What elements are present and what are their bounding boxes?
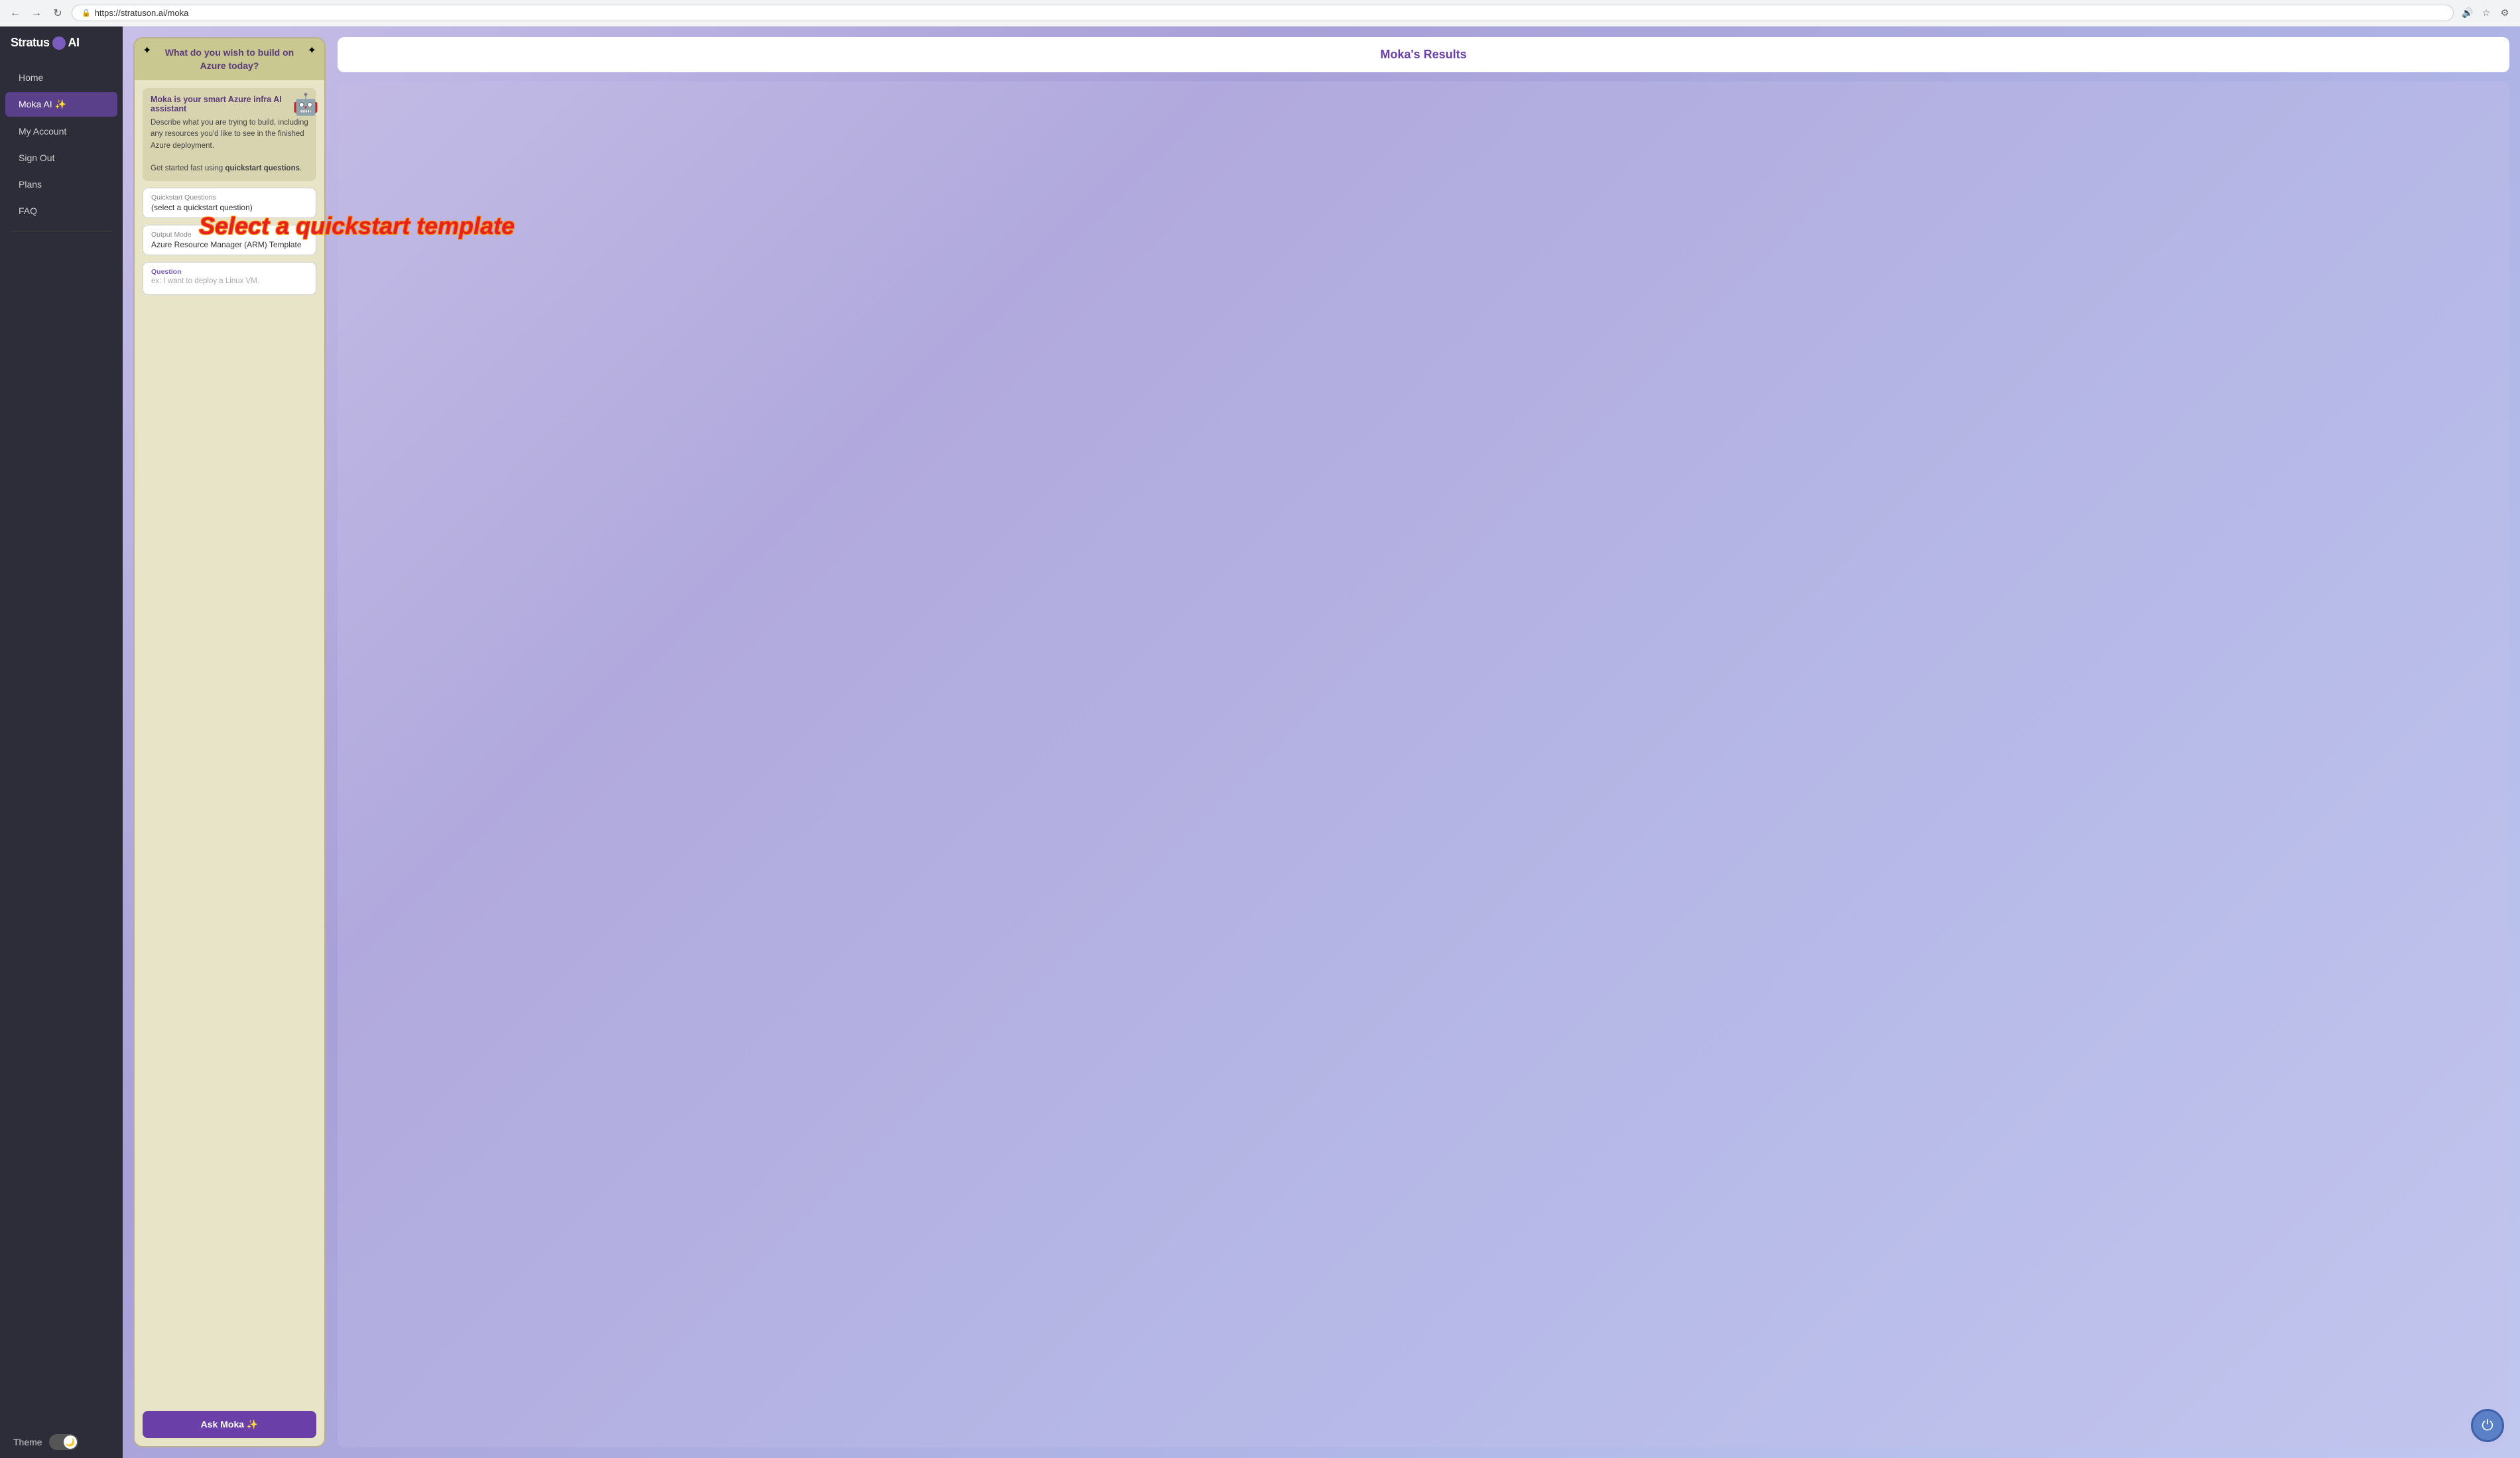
extensions-button[interactable]: ⚙ (2497, 6, 2512, 21)
read-aloud-button[interactable]: 🔊 (2460, 6, 2475, 21)
back-button[interactable]: ← (8, 6, 23, 21)
question-label: Question (151, 268, 308, 276)
ask-moka-button[interactable]: Ask Moka ✨ (143, 1411, 316, 1438)
logo: Stratus AI (0, 27, 123, 59)
main-content: ✦ What do you wish to build on Azure tod… (123, 27, 2520, 1458)
sidebar-item-plans[interactable]: Plans (5, 172, 117, 196)
theme-label: Theme (13, 1437, 42, 1447)
address-bar[interactable]: 🔒 https://stratuson.ai/moka (72, 5, 2454, 21)
sidebar-item-home[interactable]: Home (5, 66, 117, 90)
question-placeholder: ex: I want to deploy a Linux VM. (151, 277, 308, 285)
results-body (338, 82, 2509, 1447)
favorites-button[interactable]: ☆ (2479, 6, 2493, 21)
output-mode-label: Output Mode (151, 231, 308, 239)
moon-icon: 🌙 (65, 1437, 75, 1447)
power-button-container: ⏻ (2471, 1409, 2504, 1442)
output-mode-value: Azure Resource Manager (ARM) Template (151, 240, 308, 249)
chat-header-title: What do you wish to build on Azure today… (145, 46, 314, 72)
chat-body: Moka is your smart Azure infra AI assist… (135, 80, 324, 1411)
chat-header: ✦ What do you wish to build on Azure tod… (135, 38, 324, 80)
results-header: Moka's Results (338, 37, 2509, 72)
chat-card: ✦ What do you wish to build on Azure tod… (133, 37, 326, 1447)
results-panel: Moka's Results (338, 37, 2509, 1447)
sidebar: Stratus AI Home Moka AI ✨ My Account Sig… (0, 27, 123, 1458)
theme-toggle[interactable]: 🌙 (49, 1434, 78, 1450)
star-right-icon: ✦ (308, 44, 316, 57)
results-title: Moka's Results (351, 48, 2496, 62)
power-button[interactable]: ⏻ (2471, 1409, 2504, 1442)
output-mode-select[interactable]: Output Mode Azure Resource Manager (ARM)… (143, 225, 316, 255)
forward-button[interactable]: → (29, 6, 44, 21)
browser-chrome: ← → ↻ 🔒 https://stratuson.ai/moka 🔊 ☆ ⚙ (0, 0, 2520, 27)
browser-actions: 🔊 ☆ ⚙ (2460, 6, 2512, 21)
refresh-button[interactable]: ↻ (50, 6, 65, 21)
sidebar-theme: Theme 🌙 (0, 1426, 123, 1458)
logo-icon (52, 36, 66, 50)
lock-icon: 🔒 (82, 9, 91, 17)
sidebar-item-faq[interactable]: FAQ (5, 199, 117, 223)
toggle-knob: 🌙 (64, 1435, 77, 1449)
chat-intro-title: Moka is your smart Azure infra AI assist… (151, 95, 308, 113)
chat-intro-box: Moka is your smart Azure infra AI assist… (143, 88, 316, 181)
sidebar-item-my-account[interactable]: My Account (5, 119, 117, 143)
sidebar-item-moka-ai[interactable]: Moka AI ✨ (5, 92, 117, 117)
chat-intro-text: Describe what you are trying to build, i… (151, 117, 308, 174)
question-input-box[interactable]: Question ex: I want to deploy a Linux VM… (143, 262, 316, 295)
star-left-icon: ✦ (143, 44, 151, 57)
quickstart-bold: quickstart questions (225, 164, 300, 172)
quickstart-label: Quickstart Questions (151, 194, 308, 202)
sidebar-nav: Home Moka AI ✨ My Account Sign Out Plans… (0, 59, 123, 1426)
quickstart-select[interactable]: Quickstart Questions (select a quickstar… (143, 188, 316, 218)
logo-ai: AI (68, 36, 80, 50)
quickstart-value: (select a quickstart question) (151, 203, 308, 212)
app-container: Stratus AI Home Moka AI ✨ My Account Sig… (0, 27, 2520, 1458)
sidebar-item-sign-out[interactable]: Sign Out (5, 146, 117, 170)
logo-text: Stratus (11, 36, 50, 50)
url-text: https://stratuson.ai/moka (95, 8, 189, 18)
robot-icon: 🤖 (292, 93, 319, 115)
